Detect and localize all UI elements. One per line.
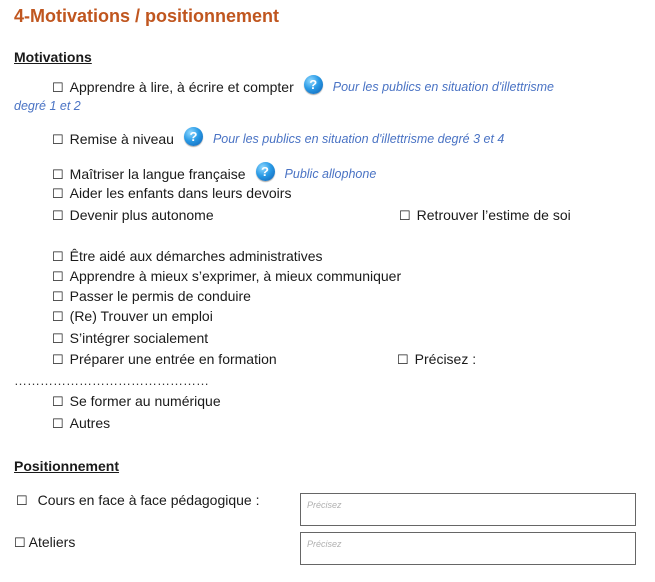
motivation-autres-label: Autres [69,415,111,431]
motivation-lire-hint-continued: degré 1 et 2 [14,99,81,113]
motivation-demarches-label: Être aidé aux démarches administratives [69,248,323,264]
motivations-heading: Motivations [14,49,92,65]
motivation-autres-row: ☐ Autres [52,415,110,432]
motivation-remise-row: ☐ Remise à niveau ? Pour les publics en … [52,127,504,152]
checkbox-ateliers[interactable]: ☐ [14,534,26,551]
motivation-autonome-row: ☐ Devenir plus autonome [52,207,214,224]
cours-label: Cours en face à face pédagogique : [37,492,260,508]
motivation-lire-label: Apprendre à lire, à écrire et compter [69,79,294,95]
motivation-remise-hint: Pour les publics en situation d'illettri… [212,132,505,146]
checkbox-precisez[interactable]: ☐ [397,351,409,368]
positionnement-heading: Positionnement [14,458,120,474]
motivation-lire-hint: Pour les publics en situation d'illettri… [332,80,555,94]
question-mark-icon[interactable]: ? [255,162,275,181]
precisez-dotted-line[interactable]: ……………………………………… [14,373,209,388]
motivation-lire-row: ☐ Apprendre à lire, à écrire et compter … [52,75,554,100]
motivation-demarches-row: ☐ Être aidé aux démarches administrative… [52,248,323,265]
question-mark-icon[interactable]: ? [303,75,323,94]
motivation-precisez-label: Précisez : [414,351,477,367]
ateliers-row: ☐ Ateliers [14,534,75,551]
motivation-permis-label: Passer le permis de conduire [69,288,251,304]
motivation-emploi-row: ☐ (Re) Trouver un emploi [52,308,213,325]
checkbox-cours[interactable]: ☐ [16,492,28,509]
page-title: 4-Motivations / positionnement [14,6,280,26]
motivation-formation-label: Préparer une entrée en formation [69,351,277,367]
checkbox-remise[interactable]: ☐ [52,131,64,148]
checkbox-autres[interactable]: ☐ [52,415,64,432]
cours-row: ☐ Cours en face à face pédagogique : [16,492,259,509]
checkbox-permis[interactable]: ☐ [52,288,64,305]
motivation-enfants-row: ☐ Aider les enfants dans leurs devoirs [52,185,291,202]
ateliers-precisez-field[interactable]: Précisez [300,532,636,565]
motivation-estime-row: ☐ Retrouver l’estime de soi [399,207,571,224]
motivation-emploi-label: (Re) Trouver un emploi [69,308,213,324]
checkbox-integrer[interactable]: ☐ [52,330,64,347]
checkbox-exprimer[interactable]: ☐ [52,268,64,285]
checkbox-lire[interactable]: ☐ [52,79,64,96]
motivation-formation-row: ☐ Préparer une entrée en formation [52,351,277,368]
motivation-remise-label: Remise à niveau [69,131,174,147]
checkbox-autonome[interactable]: ☐ [52,207,64,224]
checkbox-estime[interactable]: ☐ [399,207,411,224]
checkbox-demarches[interactable]: ☐ [52,248,64,265]
motivation-permis-row: ☐ Passer le permis de conduire [52,288,251,305]
motivation-langue-row: ☐ Maîtriser la langue française ? Public… [52,162,376,187]
motivation-enfants-label: Aider les enfants dans leurs devoirs [69,185,292,201]
motivation-numerique-row: ☐ Se former au numérique [52,393,221,410]
motivation-exprimer-row: ☐ Apprendre à mieux s’exprimer, à mieux … [52,268,401,285]
motivation-numerique-label: Se former au numérique [69,393,221,409]
checkbox-emploi[interactable]: ☐ [52,308,64,325]
cours-precisez-field[interactable]: Précisez [300,493,636,526]
checkbox-langue[interactable]: ☐ [52,166,64,183]
question-mark-icon[interactable]: ? [183,127,203,146]
checkbox-enfants[interactable]: ☐ [52,185,64,202]
motivation-precisez-row: ☐ Précisez : [397,351,476,368]
checkbox-formation[interactable]: ☐ [52,351,64,368]
motivation-langue-label: Maîtriser la langue française [69,166,246,182]
motivation-autonome-label: Devenir plus autonome [69,207,214,223]
motivation-estime-label: Retrouver l’estime de soi [416,207,571,223]
motivation-exprimer-label: Apprendre à mieux s’exprimer, à mieux co… [69,268,402,284]
ateliers-label: Ateliers [28,534,76,550]
motivation-langue-hint: Public allophone [284,167,377,181]
motivation-integrer-row: ☐ S’intégrer socialement [52,330,208,347]
checkbox-numerique[interactable]: ☐ [52,393,64,410]
motivation-integrer-label: S’intégrer socialement [69,330,209,346]
